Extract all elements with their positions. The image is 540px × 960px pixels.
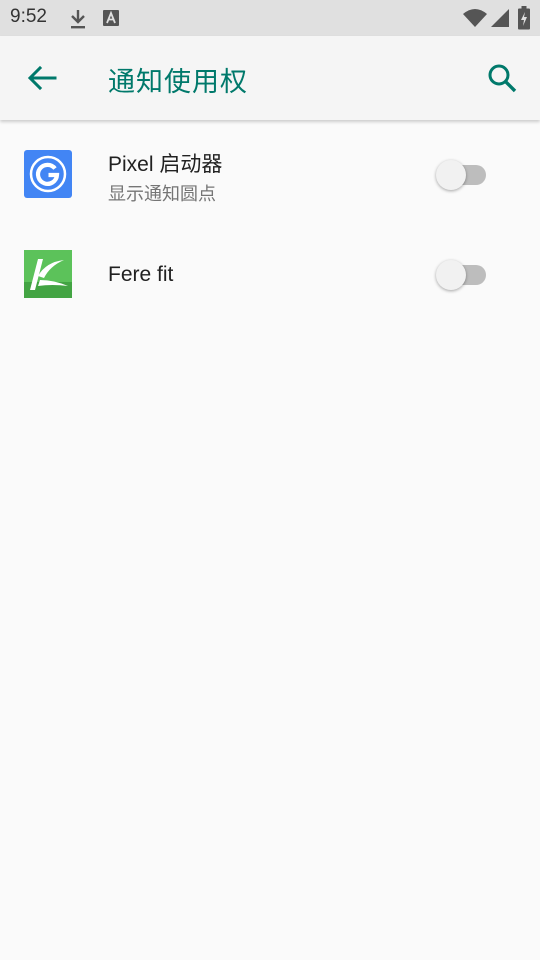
signal-icon [491, 9, 509, 27]
battery-charging-icon [518, 6, 530, 30]
notification-access-toggle[interactable] [436, 258, 490, 290]
app-summary: 显示通知圆点 [108, 184, 216, 205]
toggle-thumb [436, 160, 466, 190]
page-title: 通知使用权 [108, 67, 248, 98]
notification-access-list: Pixel 启动器 显示通知圆点 Fere fit [0, 122, 540, 318]
text-a-icon [103, 10, 119, 26]
status-bar: 9:52 [0, 0, 540, 36]
toggle-thumb [436, 260, 466, 290]
wifi-icon [463, 9, 487, 27]
list-item-fere-fit[interactable]: Fere fit [0, 226, 540, 318]
app-bar: 通知使用权 [0, 36, 540, 120]
fere-fit-icon [24, 250, 72, 298]
search-icon[interactable] [486, 62, 518, 94]
app-title: Pixel 启动器 [108, 153, 223, 176]
list-item-pixel-launcher[interactable]: Pixel 启动器 显示通知圆点 [0, 122, 540, 226]
pixel-launcher-icon [24, 150, 72, 198]
notification-access-toggle[interactable] [436, 158, 490, 190]
app-title: Fere fit [108, 263, 174, 286]
status-time: 9:52 [10, 6, 47, 27]
arrow-back-icon[interactable] [26, 64, 58, 92]
download-icon [71, 10, 85, 29]
